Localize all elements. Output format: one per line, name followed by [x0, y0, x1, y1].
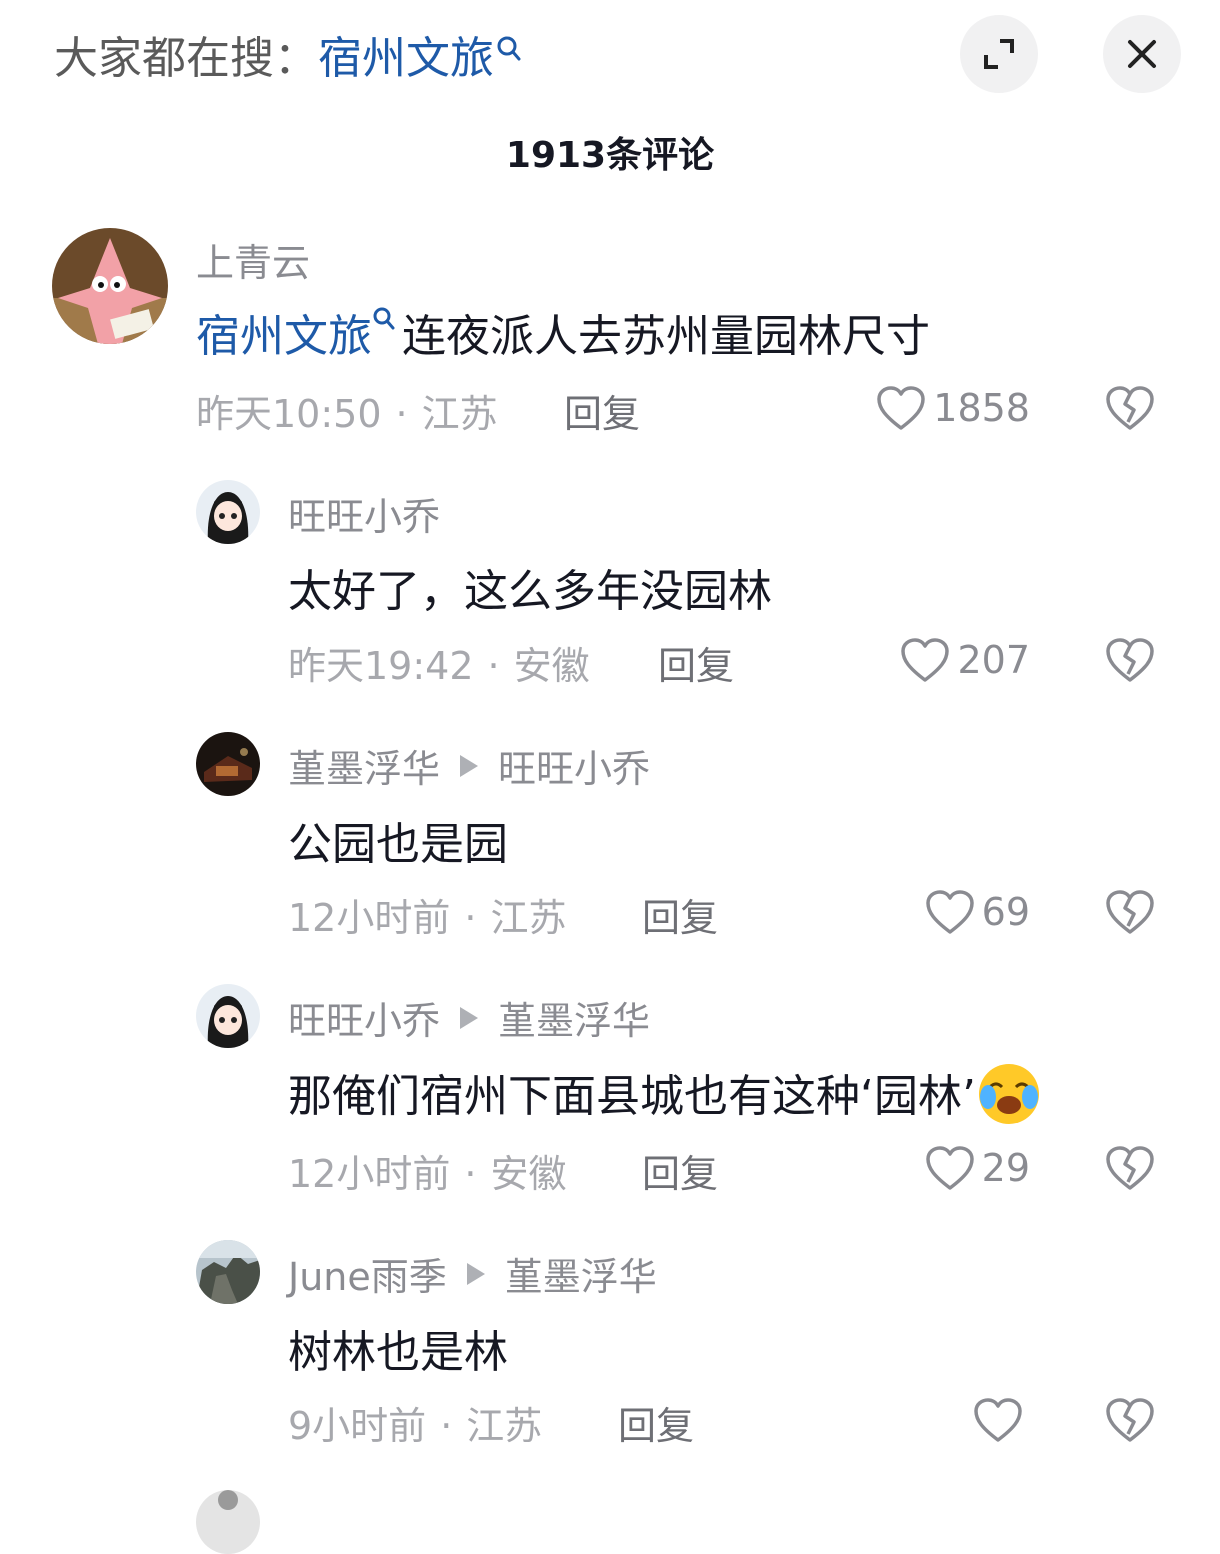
comment-body: 连夜派人去苏州量园林尺寸	[402, 311, 930, 362]
comment-location: 江苏	[421, 392, 498, 436]
search-prefix: 大家都在搜：	[54, 33, 318, 84]
comment-text: 宿州文旅 连夜派人去苏州量园林尺寸	[196, 300, 930, 364]
like-count: 1858	[933, 386, 1030, 430]
username-link[interactable]: June雨季	[288, 1246, 447, 1301]
avatar[interactable]	[196, 732, 260, 796]
comment-body: 那俺们宿州下面县城也有这种‘园林’	[288, 1071, 976, 1122]
reply-to-username[interactable]: 堇墨浮华	[505, 1246, 657, 1301]
reply-button[interactable]: 回复	[642, 1143, 718, 1198]
reply-button[interactable]: 回复	[658, 635, 734, 690]
reply-button[interactable]: 回复	[564, 383, 640, 438]
crying-laughing-emoji-icon	[978, 1064, 1039, 1124]
search-suggestion[interactable]: 大家都在搜： 宿州文旅	[54, 22, 522, 86]
broken-heart-icon	[1106, 638, 1154, 682]
comment-text: 树林也是林	[288, 1327, 508, 1378]
reply-arrow-icon	[466, 1262, 485, 1285]
heart-icon	[974, 1398, 1022, 1442]
expand-button[interactable]	[960, 15, 1038, 93]
reply-to-username[interactable]: 旺旺小乔	[498, 738, 650, 793]
username[interactable]: 旺旺小乔	[288, 486, 440, 541]
like-count: 69	[981, 890, 1030, 934]
comment-location: 江苏	[490, 896, 567, 940]
comment-meta: 9小时前 · 江苏	[288, 1404, 543, 1448]
search-term-link[interactable]: 宿州文旅	[196, 311, 372, 362]
broken-heart-icon	[1106, 1146, 1154, 1190]
comment-location: 江苏	[466, 1404, 543, 1448]
heart-icon	[925, 1146, 974, 1190]
comment-text: 太好了，这么多年没园林	[288, 566, 772, 617]
reply-arrow-icon	[460, 1006, 479, 1029]
like-button[interactable]: 69	[860, 884, 1030, 940]
like-count: 207	[957, 638, 1030, 682]
comment-text: 那俺们宿州下面县城也有这种‘园林’	[288, 1060, 1042, 1127]
expand-icon	[984, 39, 1014, 69]
username: 堇墨浮华 旺旺小乔	[288, 738, 650, 793]
comment-time: 12小时前	[288, 1152, 451, 1196]
username: June雨季 堇墨浮华	[288, 1246, 657, 1301]
like-button[interactable]: 207	[860, 632, 1030, 688]
search-icon	[496, 25, 522, 76]
username-link[interactable]: 旺旺小乔	[288, 990, 440, 1045]
like-button[interactable]	[860, 1392, 1030, 1448]
avatar[interactable]	[196, 1240, 260, 1304]
avatar[interactable]	[196, 1490, 260, 1554]
comment-text: 公园也是园	[288, 819, 508, 870]
search-term-link[interactable]: 宿州文旅	[318, 22, 494, 86]
like-button[interactable]: 1858	[860, 380, 1030, 436]
username[interactable]: 上青云	[196, 232, 310, 287]
comment-count: 1913条评论	[505, 135, 715, 176]
comment-time: 9小时前	[288, 1404, 427, 1448]
avatar[interactable]	[52, 228, 168, 344]
heart-icon	[925, 890, 974, 934]
broken-heart-icon	[1106, 386, 1154, 430]
username-link[interactable]: 堇墨浮华	[288, 738, 440, 793]
comment-time: 12小时前	[288, 896, 451, 940]
comment-meta: 12小时前 · 安徽	[288, 1152, 567, 1196]
heart-icon	[901, 638, 950, 682]
reply-button[interactable]: 回复	[618, 1395, 694, 1450]
comment-meta: 昨天10:50 · 江苏	[196, 392, 498, 436]
comment-meta: 12小时前 · 江苏	[288, 896, 567, 940]
reply-button[interactable]: 回复	[642, 887, 718, 942]
dislike-button[interactable]	[1104, 636, 1156, 684]
reply-to-username[interactable]: 堇墨浮华	[498, 990, 650, 1045]
close-icon	[1128, 40, 1156, 68]
avatar[interactable]	[196, 984, 260, 1048]
like-button[interactable]: 29	[860, 1140, 1030, 1196]
dislike-button[interactable]	[1104, 1396, 1156, 1444]
broken-heart-icon	[1106, 1398, 1154, 1442]
username: 旺旺小乔 堇墨浮华	[288, 990, 650, 1045]
heart-icon	[877, 386, 926, 430]
avatar[interactable]	[196, 480, 260, 544]
like-count: 29	[981, 1146, 1030, 1190]
comment-time: 昨天10:50	[196, 392, 382, 436]
reply-arrow-icon	[460, 754, 479, 777]
dislike-button[interactable]	[1104, 888, 1156, 936]
close-button[interactable]	[1103, 15, 1181, 93]
dislike-button[interactable]	[1104, 384, 1156, 432]
comment-location: 安徽	[490, 1152, 567, 1196]
dislike-button[interactable]	[1104, 1144, 1156, 1192]
comment-time: 昨天19:42	[288, 644, 474, 688]
search-icon	[372, 294, 396, 345]
broken-heart-icon	[1106, 890, 1154, 934]
comment-meta: 昨天19:42 · 安徽	[288, 644, 590, 688]
comment-location: 安徽	[513, 644, 590, 688]
